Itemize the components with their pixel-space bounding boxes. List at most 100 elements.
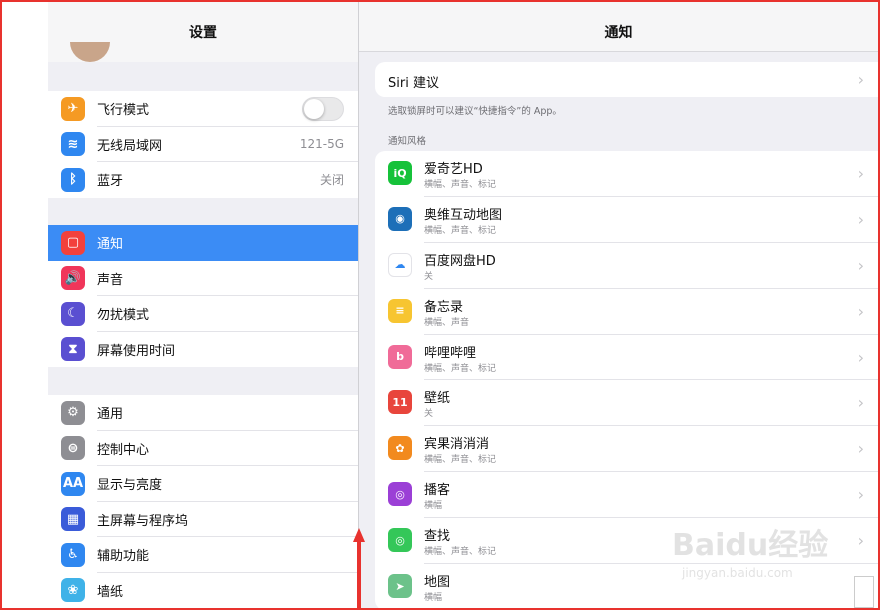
sidebar-item[interactable]: 🔊 声音 xyxy=(48,261,358,296)
sidebar-item-label: 墙纸 xyxy=(97,584,124,600)
app-notification-style: 横幅 xyxy=(424,501,443,512)
moon-icon: ☾ xyxy=(61,301,85,326)
chevron-right-icon: › xyxy=(857,164,864,183)
app-notification-row[interactable]: ◉ 奥维互动地图横幅、声音、标记 › xyxy=(375,197,878,243)
accessibility-icon: ♿ xyxy=(61,542,85,567)
app-name: 地图 xyxy=(424,575,451,591)
left-gutter xyxy=(2,2,48,608)
sound-icon: 🔊 xyxy=(61,266,85,291)
settings-group-notifications: ▢ 通知 🔊 声音 ☾ 勿扰模式 ⧗ 屏幕使用时间 xyxy=(48,225,358,367)
toggle-knob xyxy=(304,98,324,119)
baidu-watermark: Baidu经验 jingyan.baidu.com xyxy=(672,520,828,580)
bluetooth-icon: ᛒ xyxy=(61,167,85,192)
bingo-game-icon: ✿ xyxy=(388,436,412,461)
sidebar-header: 设置 xyxy=(48,2,358,62)
sidebar-item-label: 辅助功能 xyxy=(97,549,150,565)
notifications-pane: 通知 Siri 建议 › 选取锁屏时可以建议“快捷指令”的 App。 通知风格 … xyxy=(359,2,878,608)
section-header: 通知风格 xyxy=(388,136,427,147)
app-name: 播客 xyxy=(424,483,451,499)
sidebar-title: 设置 xyxy=(189,25,217,41)
settings-sidebar: 设置 ✈ 飞行模式 ≋ 无线局域网 121-5G ᛒ 蓝牙 关闭 ▢ 通知 🔊 声音 ☾ 勿扰模式 ⧗ 屏幕… xyxy=(48,2,358,608)
app-notification-row[interactable]: ≡ 备忘录 横幅、声音 › xyxy=(375,289,878,335)
sidebar-item[interactable]: ⧗ 屏幕使用时间 xyxy=(48,332,358,368)
app-notification-row[interactable]: ◎ 播客 横幅 › xyxy=(375,472,878,519)
display-icon: AA xyxy=(61,471,85,496)
app-notification-row[interactable]: ✿ 宾果消消消 横幅、声音、标记 › xyxy=(375,426,878,473)
sidebar-item-value: 121-5G xyxy=(299,137,344,152)
sidebar-item-label: 显示与亮度 xyxy=(97,478,163,494)
sidebar-item-label: 屏幕使用时间 xyxy=(97,343,176,359)
sidebar-item[interactable]: ≋ 无线局域网 121-5G xyxy=(48,127,358,162)
app-notification-style: 横幅、声音、标记 xyxy=(424,363,497,374)
app-name: 查找 xyxy=(424,529,451,545)
home-screen-icon: ▦ xyxy=(61,507,85,532)
maps-icon: ➤ xyxy=(388,574,412,599)
siri-suggestions-label: Siri 建议 xyxy=(388,76,439,91)
app-notification-row[interactable]: ☁ 百度网盘HD 关 › xyxy=(375,243,878,289)
sidebar-item[interactable]: ᛒ 蓝牙 关闭 xyxy=(48,162,358,198)
sidebar-item[interactable]: ▢ 通知 xyxy=(48,225,358,261)
chevron-right-icon: › xyxy=(857,393,864,413)
airplane-mode-toggle[interactable] xyxy=(302,96,344,121)
detail-header: 通知 xyxy=(359,2,878,52)
ovital-map-icon: ◉ xyxy=(388,206,412,231)
sidebar-item-value: 关闭 xyxy=(319,173,344,188)
app-notification-row[interactable]: iQ 爱奇艺HD 横幅、声音、标记 › xyxy=(375,151,878,197)
chevron-right-icon: › xyxy=(857,485,864,505)
app-notification-style: 关 xyxy=(424,271,434,282)
find-my-icon: ◎ xyxy=(388,528,412,553)
sidebar-item-label: 主屏幕与程序坞 xyxy=(97,513,189,529)
control-center-icon: ⊜ xyxy=(61,436,85,461)
watermark-sub: jingyan.baidu.com xyxy=(682,566,793,580)
sidebar-item-label: 通用 xyxy=(97,407,124,423)
sidebar-item[interactable]: ⊜ 控制中心 xyxy=(48,431,358,466)
app-notification-style: 关 xyxy=(424,409,434,420)
wifi-icon: ≋ xyxy=(61,132,85,157)
sidebar-item-label: 无线局域网 xyxy=(97,138,163,154)
app-notification-style: 横幅、声音、标记 xyxy=(424,180,497,190)
app-name: 百度网盘HD xyxy=(424,253,496,269)
sidebar-item[interactable]: ♿ 辅助功能 xyxy=(48,537,358,573)
wallpaper-app-icon: 11 xyxy=(388,390,412,415)
wallpaper-icon: ❀ xyxy=(61,578,85,603)
chevron-right-icon: › xyxy=(857,531,864,551)
app-name: 奥维互动地图 xyxy=(424,207,503,223)
siri-footnote: 选取锁屏时可以建议“快捷指令”的 App。 xyxy=(388,106,562,117)
chevron-right-icon: › xyxy=(857,347,864,367)
app-notification-style: 横幅、声音 xyxy=(424,317,470,328)
detail-title: 通知 xyxy=(604,25,633,41)
notifications-icon: ▢ xyxy=(61,230,85,255)
sidebar-item[interactable]: ❀ 墙纸 xyxy=(48,573,358,609)
settings-group-connectivity: ✈ 飞行模式 ≋ 无线局域网 121-5G ᛒ 蓝牙 关闭 xyxy=(48,91,358,198)
sidebar-item[interactable]: AA 显示与亮度 xyxy=(48,466,358,502)
chevron-right-icon: › xyxy=(857,209,864,229)
chevron-right-icon: › xyxy=(857,70,864,89)
sidebar-item-label: 声音 xyxy=(97,272,124,288)
hourglass-icon: ⧗ xyxy=(61,337,85,362)
gear-icon: ⚙ xyxy=(61,400,85,425)
app-notification-style: 横幅 xyxy=(424,593,443,604)
bilibili-icon: b xyxy=(388,344,412,369)
app-notification-row[interactable]: b 哔哩哔哩 横幅、声音、标记 › xyxy=(375,335,878,381)
siri-suggestions-row[interactable]: Siri 建议 › xyxy=(375,62,878,97)
app-name: 宾果消消消 xyxy=(424,437,490,453)
sidebar-item[interactable]: ⚙ 通用 xyxy=(48,395,358,431)
settings-group-general: ⚙ 通用 ⊜ 控制中心 AA 显示与亮度 ▦ 主屏幕与程序坞 ♿ 辅助功能 ❀ 墙纸 xyxy=(48,395,358,608)
app-name: 备忘录 xyxy=(424,299,464,315)
app-notification-style: 横幅、声音、标记 xyxy=(424,225,497,236)
baidu-netdisk-icon: ☁ xyxy=(388,252,412,277)
app-name: 壁纸 xyxy=(424,391,451,407)
sidebar-item[interactable]: ☾ 勿扰模式 xyxy=(48,296,358,332)
chevron-right-icon: › xyxy=(857,255,864,275)
app-notification-row[interactable]: 11 壁纸关 › xyxy=(375,380,878,427)
avatar[interactable] xyxy=(70,42,110,62)
red-arrow-annotation xyxy=(353,528,365,610)
app-name: 爱奇艺HD xyxy=(424,162,483,177)
chevron-right-icon: › xyxy=(857,301,864,321)
sidebar-item[interactable]: ✈ 飞行模式 xyxy=(48,91,358,127)
sidebar-item-label: 蓝牙 xyxy=(97,174,124,190)
corner-widget xyxy=(854,576,874,608)
app-notification-style: 横幅、声音、标记 xyxy=(424,547,497,558)
airplane-icon: ✈ xyxy=(61,96,85,121)
sidebar-item[interactable]: ▦ 主屏幕与程序坞 xyxy=(48,502,358,537)
